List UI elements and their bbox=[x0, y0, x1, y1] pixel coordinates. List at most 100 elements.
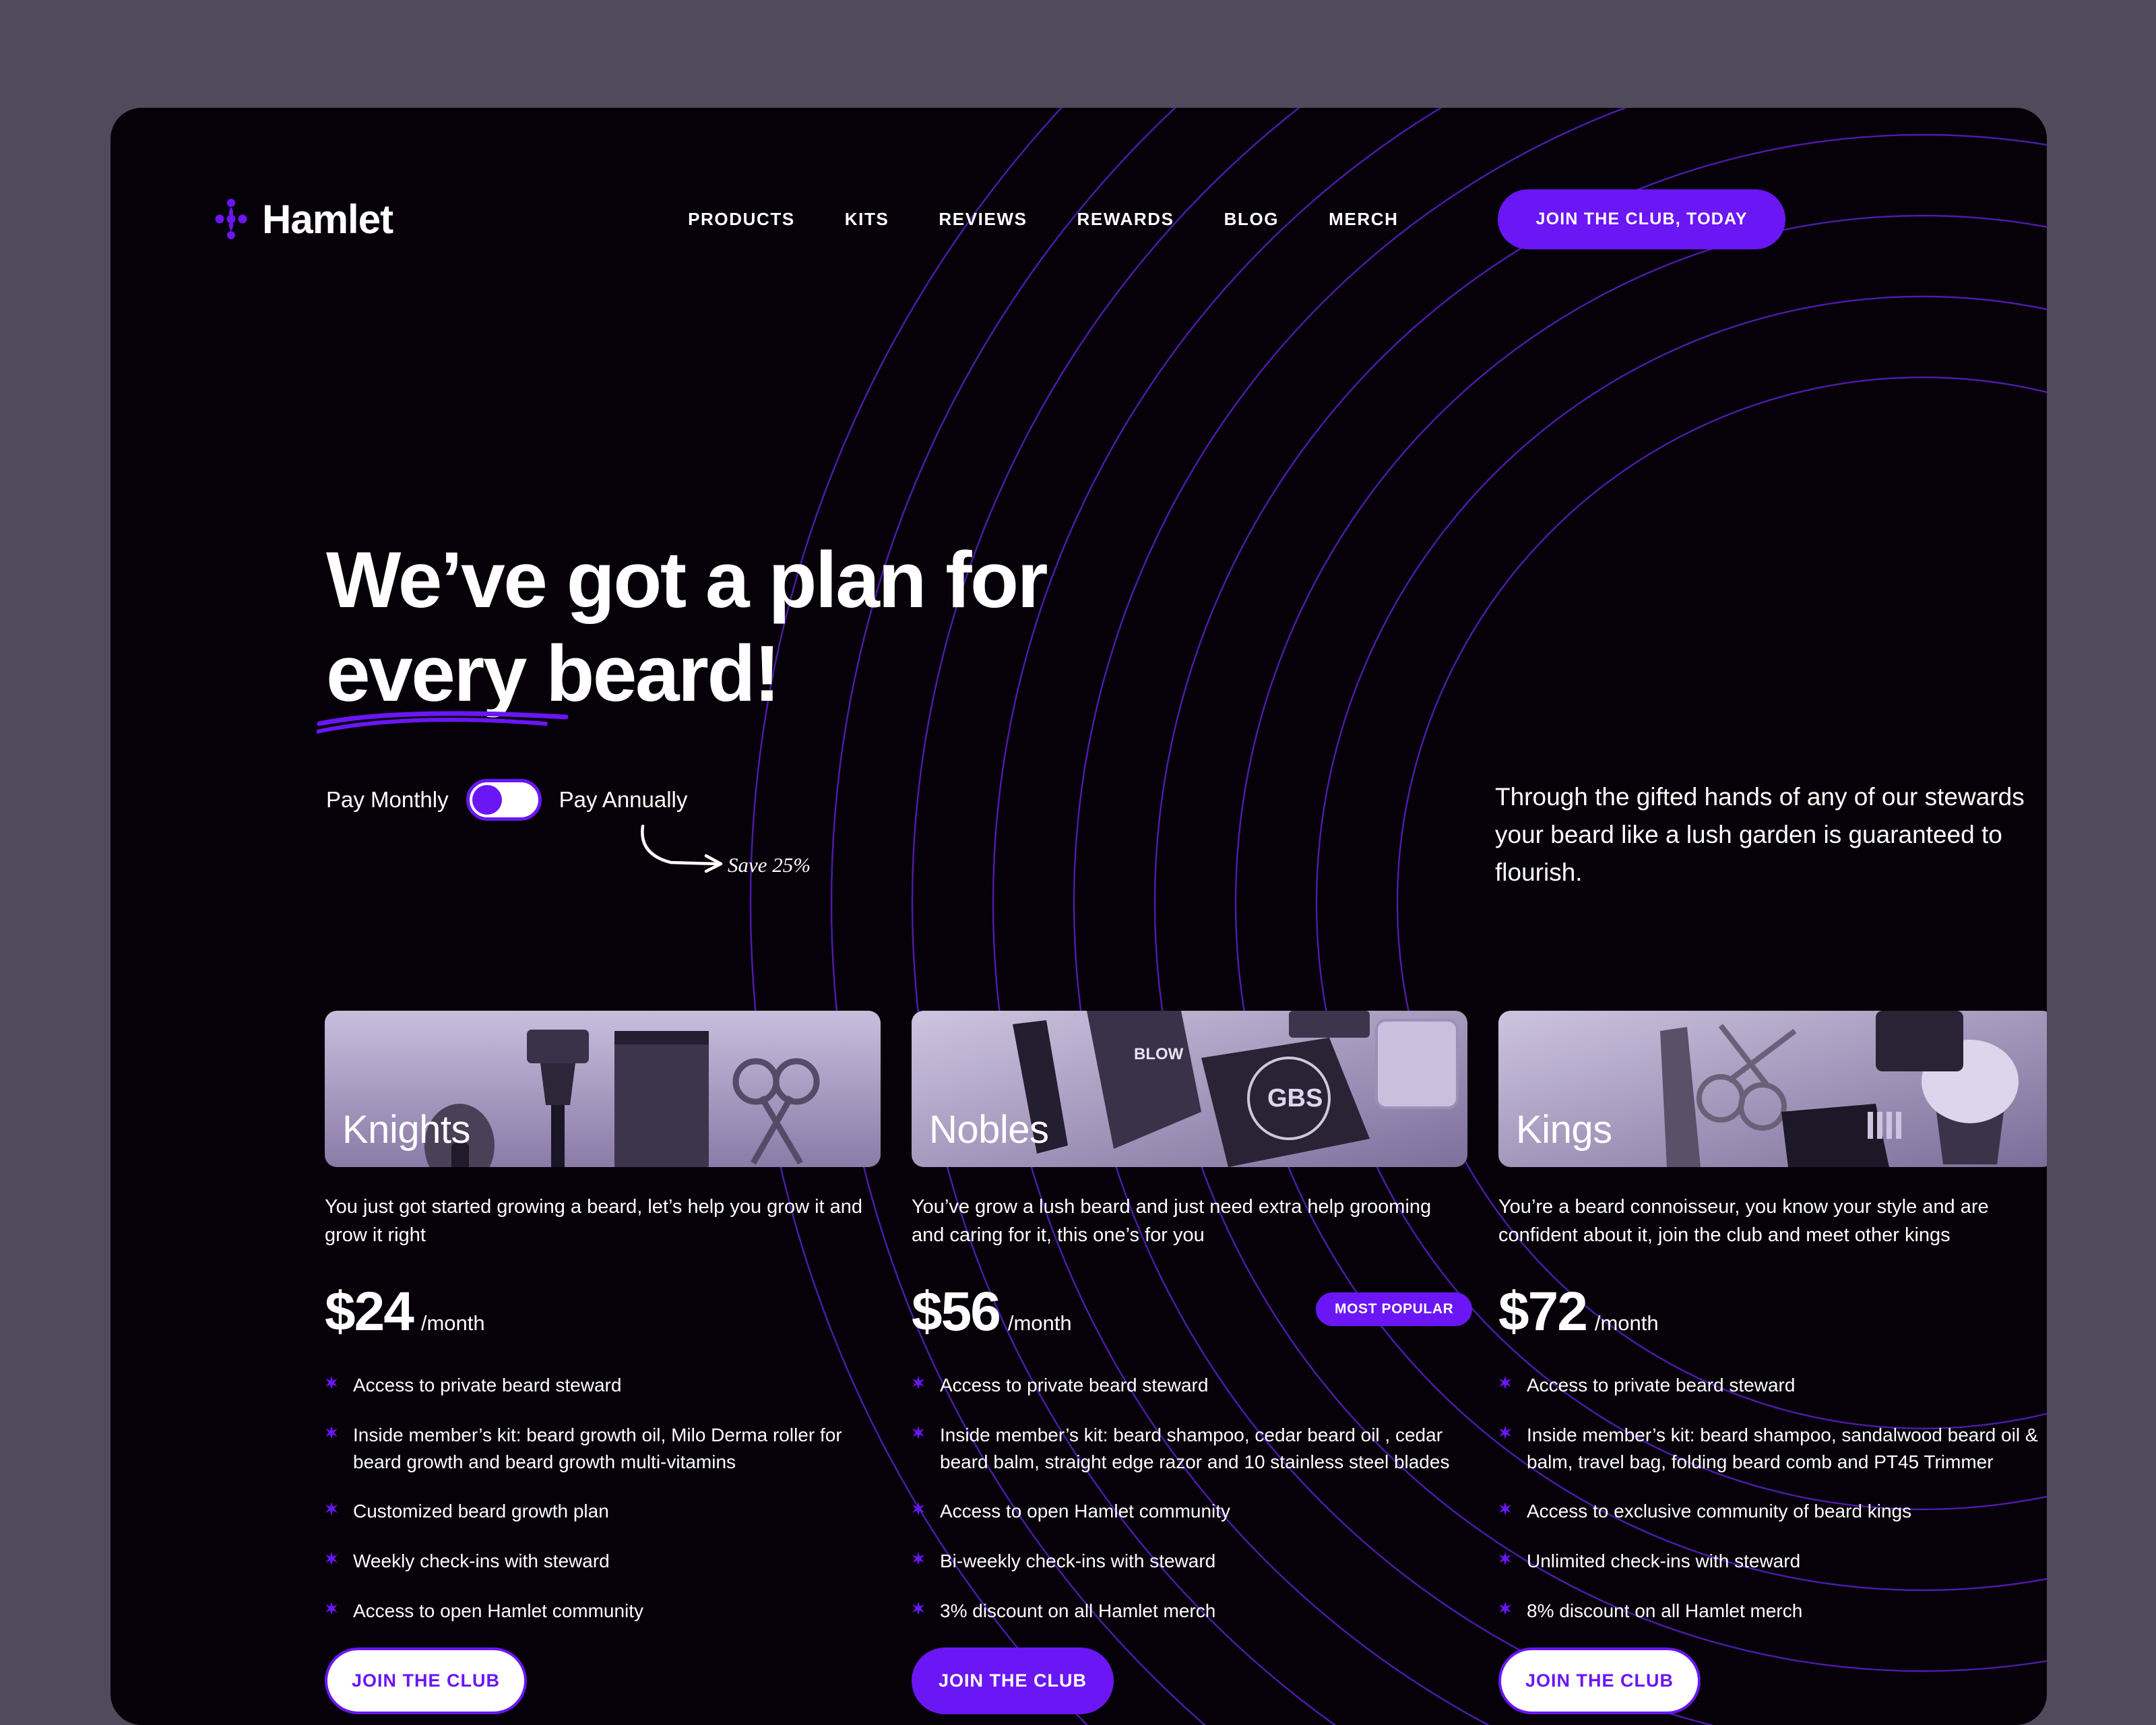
hamlet-diamond-dots-logo-icon bbox=[215, 199, 247, 239]
plan-image-knights: Knights bbox=[325, 1011, 881, 1167]
nav-item-rewards[interactable]: REWARDS bbox=[1077, 209, 1174, 230]
plan-period-nobles: /month bbox=[1007, 1311, 1072, 1336]
main-nav: PRODUCTS KITS REVIEWS REWARDS BLOG MERCH bbox=[688, 209, 1398, 230]
bullet-star-icon bbox=[1499, 1376, 1511, 1390]
page-title: We’ve got a plan for every beard! bbox=[326, 534, 1236, 721]
bullet-star-icon bbox=[325, 1552, 338, 1566]
bullet-star-icon bbox=[1499, 1425, 1511, 1439]
feature-item: Bi-weekly check-ins with steward bbox=[912, 1548, 1467, 1575]
feature-item: 8% discount on all Hamlet merch bbox=[1498, 1598, 2047, 1625]
plan-price-kings: $72 bbox=[1498, 1281, 1588, 1343]
plan-name-kings: Kings bbox=[1516, 1108, 1612, 1152]
feature-text: 8% discount on all Hamlet merch bbox=[1527, 1600, 1803, 1621]
feature-item: Inside member’s kit: beard shampoo, sand… bbox=[1498, 1422, 2047, 1476]
bullet-star-icon bbox=[325, 1376, 338, 1390]
feature-text: Access to private beard steward bbox=[353, 1375, 622, 1396]
pricing-plans: Knights You just got started growing a b… bbox=[325, 1011, 2047, 1714]
plan-price-row-nobles: $56 /month MOST POPULAR bbox=[912, 1280, 1473, 1344]
join-the-club-button-knights[interactable]: JOIN THE CLUB bbox=[325, 1647, 527, 1714]
feature-item: 3% discount on all Hamlet merch bbox=[912, 1598, 1467, 1625]
site-header: Hamlet PRODUCTS KITS REVIEWS REWARDS BLO… bbox=[110, 108, 2047, 330]
bullet-star-icon bbox=[1499, 1502, 1511, 1516]
brand-name: Hamlet bbox=[262, 196, 393, 242]
bullet-star-icon bbox=[1499, 1552, 1511, 1566]
bullet-star-icon bbox=[912, 1552, 924, 1566]
billing-period-switch[interactable] bbox=[466, 779, 542, 821]
bullet-star-icon bbox=[912, 1376, 924, 1390]
bullet-star-icon bbox=[325, 1601, 338, 1615]
plan-features-kings: Access to private beard steward Inside m… bbox=[1498, 1372, 2047, 1625]
feature-item: Customized beard growth plan bbox=[325, 1498, 881, 1525]
svg-text:BLOW: BLOW bbox=[1134, 1045, 1184, 1063]
join-the-club-button-nobles[interactable]: JOIN THE CLUB bbox=[912, 1647, 1114, 1714]
plan-description-knights: You just got started growing a beard, le… bbox=[325, 1196, 863, 1247]
switch-knob bbox=[472, 785, 502, 815]
bullet-star-icon bbox=[325, 1425, 338, 1439]
plan-name-knights: Knights bbox=[342, 1108, 470, 1152]
nav-item-blog[interactable]: BLOG bbox=[1224, 209, 1279, 230]
feature-item: Inside member’s kit: beard growth oil, M… bbox=[325, 1422, 881, 1476]
landing-page: Hamlet PRODUCTS KITS REVIEWS REWARDS BLO… bbox=[110, 108, 2047, 1725]
brand-logo[interactable]: Hamlet bbox=[215, 196, 393, 243]
bullet-star-icon bbox=[325, 1502, 338, 1516]
feature-item: Access to private beard steward bbox=[912, 1372, 1467, 1399]
plan-price-row-knights: $24 /month bbox=[325, 1280, 881, 1344]
feature-item: Inside member’s kit: beard shampoo, ceda… bbox=[912, 1422, 1467, 1476]
feature-item: Access to private beard steward bbox=[1498, 1372, 2047, 1399]
plan-price-row-kings: $72 /month bbox=[1498, 1280, 2047, 1344]
feature-item: Access to private beard steward bbox=[325, 1372, 881, 1399]
feature-text: Unlimited check-ins with steward bbox=[1527, 1550, 1801, 1572]
feature-text: Weekly check-ins with steward bbox=[353, 1550, 610, 1572]
billing-toggle-row: Pay Monthly Pay Annually bbox=[326, 779, 687, 821]
plan-price-knights: $24 bbox=[325, 1281, 414, 1343]
plan-features-knights: Access to private beard steward Inside m… bbox=[325, 1372, 881, 1625]
plan-price-nobles: $56 bbox=[912, 1281, 1001, 1343]
feature-text: Access to open Hamlet community bbox=[940, 1501, 1231, 1522]
plan-image-kings: Kings bbox=[1498, 1011, 2047, 1167]
feature-item: Unlimited check-ins with steward bbox=[1498, 1548, 2047, 1575]
save-callout: Save 25% bbox=[641, 824, 811, 877]
bullet-star-icon bbox=[912, 1601, 924, 1615]
plan-features-nobles: Access to private beard steward Inside m… bbox=[912, 1372, 1467, 1625]
feature-text: 3% discount on all Hamlet merch bbox=[940, 1600, 1216, 1621]
svg-text:GBS: GBS bbox=[1267, 1084, 1323, 1112]
feature-text: Inside member’s kit: beard growth oil, M… bbox=[353, 1424, 842, 1472]
nav-item-products[interactable]: PRODUCTS bbox=[688, 209, 795, 230]
feature-text: Access to private beard steward bbox=[1527, 1375, 1796, 1396]
plan-name-nobles: Nobles bbox=[929, 1108, 1049, 1152]
feature-item: Access to open Hamlet community bbox=[912, 1498, 1467, 1525]
feature-text: Inside member’s kit: beard shampoo, sand… bbox=[1527, 1424, 2038, 1472]
feature-text: Access to exclusive community of beard k… bbox=[1527, 1501, 1912, 1522]
feature-item: Access to exclusive community of beard k… bbox=[1498, 1498, 2047, 1525]
bullet-star-icon bbox=[912, 1425, 924, 1439]
plan-period-knights: /month bbox=[420, 1311, 485, 1336]
plan-card-nobles: BLOW GBS Nobles You’ve grow a lush beard… bbox=[912, 1011, 1473, 1714]
feature-item: Access to open Hamlet community bbox=[325, 1598, 881, 1625]
feature-text: Inside member’s kit: beard shampoo, ceda… bbox=[940, 1424, 1450, 1472]
page-title-line1: We’ve got a plan for bbox=[326, 536, 1048, 625]
feature-text: Bi-weekly check-ins with steward bbox=[940, 1550, 1216, 1572]
save-note-text: Save 25% bbox=[728, 853, 811, 877]
join-the-club-today-button[interactable]: JOIN THE CLUB, TODAY bbox=[1498, 189, 1785, 249]
plan-card-knights: Knights You just got started growing a b… bbox=[325, 1011, 881, 1714]
plan-description-nobles: You’ve grow a lush beard and just need e… bbox=[912, 1196, 1432, 1247]
hero-subtitle: Through the gifted hands of any of our s… bbox=[1495, 783, 2025, 887]
nav-item-reviews[interactable]: REVIEWS bbox=[939, 209, 1027, 230]
status-badge-most-popular: MOST POPULAR bbox=[1316, 1292, 1473, 1327]
nav-item-kits[interactable]: KITS bbox=[845, 209, 889, 230]
join-the-club-button-kings[interactable]: JOIN THE CLUB bbox=[1498, 1647, 1701, 1714]
billing-annual-label[interactable]: Pay Annually bbox=[559, 787, 688, 813]
plan-description-kings: You’re a beard connoisseur, you know you… bbox=[1498, 1196, 1989, 1247]
feature-item: Weekly check-ins with steward bbox=[325, 1548, 881, 1575]
bullet-star-icon bbox=[912, 1502, 924, 1516]
headline-underline-icon bbox=[317, 711, 569, 734]
feature-text: Access to private beard steward bbox=[940, 1375, 1209, 1396]
bullet-star-icon bbox=[1499, 1601, 1511, 1615]
feature-text: Access to open Hamlet community bbox=[353, 1600, 644, 1621]
feature-text: Customized beard growth plan bbox=[353, 1501, 609, 1522]
plan-period-kings: /month bbox=[1594, 1311, 1659, 1336]
nav-item-merch[interactable]: MERCH bbox=[1329, 209, 1398, 230]
plan-card-kings: Kings You’re a beard connoisseur, you kn… bbox=[1498, 1011, 2047, 1714]
billing-monthly-label[interactable]: Pay Monthly bbox=[326, 787, 449, 813]
plan-image-nobles: BLOW GBS Nobles bbox=[912, 1011, 1467, 1167]
